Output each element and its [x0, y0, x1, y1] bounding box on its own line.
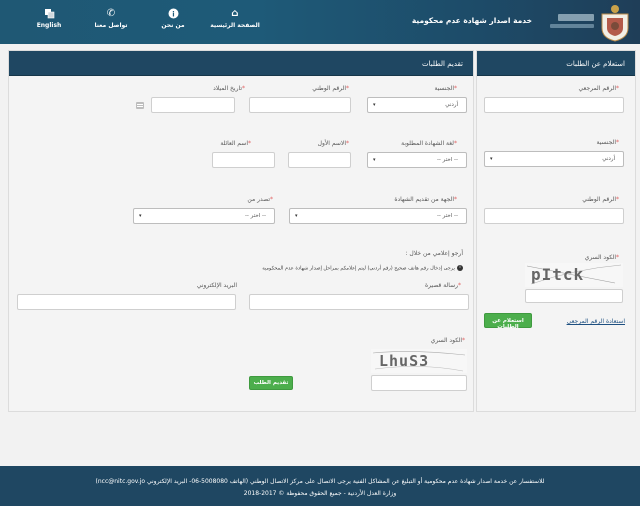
family-name-input[interactable] — [212, 152, 275, 168]
info-icon: i — [143, 8, 203, 19]
site-footer: للاستفسار عن خدمة اصدار شهادة عدم محكومي… — [0, 466, 640, 506]
application-panel: تقديم الطلبات *الجنسية أردني ▾ *الرقم ال… — [8, 50, 474, 412]
inquiry-captcha-label: *الكود السري — [584, 254, 619, 261]
footer-contact-text: للاستفسار عن خدمة اصدار شهادة عدم محكومي… — [95, 478, 545, 485]
phone-icon: ✆ — [106, 8, 116, 19]
inquiry-nationality-label: *الجنسية — [596, 139, 619, 146]
home-icon: ⌂ — [231, 8, 239, 19]
birth-date-label: *تاريخ الميلاد — [213, 85, 245, 92]
inquiry-national-id-input[interactable] — [484, 208, 624, 224]
inquiry-captcha-image: pItck — [525, 263, 623, 287]
notify-heading: أرجو إعلامي من خلال : — [405, 250, 464, 257]
info-icon: i — [457, 265, 463, 271]
first-name-input[interactable] — [288, 152, 351, 168]
family-name-label: *اسم العائلة — [220, 140, 251, 147]
cert-language-label: *لغة الشهادة المطلوبة — [401, 140, 457, 147]
footer-copyright: وزارة العدل الأردنية - جميع الحقوق محفوظ… — [243, 490, 397, 497]
purpose-select[interactable]: -- اختر -- ▾ — [133, 208, 275, 224]
application-panel-title: تقديم الطلبات — [9, 51, 473, 76]
site-title: خدمة اصدار شهادة عدم محكومية — [411, 16, 532, 25]
submit-application-button[interactable]: تقديم الطلب — [249, 376, 293, 390]
notify-note: iيرجى إدخال رقم هاتف صحيح (رقم أردني) لي… — [262, 265, 463, 272]
nav-about[interactable]: i من نحن — [143, 8, 203, 29]
nav-english[interactable]: English — [19, 8, 79, 29]
nav-home[interactable]: ⌂ الصفحة الرئيسية — [205, 8, 265, 29]
inquiry-nationality-select[interactable]: أردني ▾ — [484, 151, 624, 167]
submit-to-select[interactable]: -- اختر -- ▾ — [289, 208, 467, 224]
captcha-label: *الكود السري — [430, 337, 465, 344]
national-id-label: *الرقم الوطني — [312, 85, 349, 92]
email-input[interactable] — [17, 294, 236, 310]
ministry-logo-text — [548, 12, 594, 34]
nav-home-label: الصفحة الرئيسية — [210, 22, 260, 29]
chevron-down-icon: ▾ — [373, 157, 376, 163]
sms-label: *رسالة قصيرة — [424, 282, 461, 289]
reference-number-label: *الرقم المرجعي — [578, 85, 619, 92]
nav-contact[interactable]: ✆ تواصل معنا — [81, 8, 141, 29]
chevron-down-icon: ▾ — [373, 102, 376, 108]
language-icon — [19, 8, 79, 19]
birth-date-input[interactable] — [151, 97, 235, 113]
chevron-down-icon: ▾ — [295, 213, 298, 219]
svg-text:i: i — [172, 10, 174, 18]
purpose-label: *تصدر من — [247, 196, 273, 203]
cert-language-select[interactable]: -- اختر -- ▾ — [367, 152, 467, 168]
jordan-coat-of-arms-logo[interactable] — [598, 4, 632, 42]
captcha-input[interactable] — [371, 375, 467, 391]
sms-phone-input[interactable] — [249, 294, 469, 310]
inquire-button[interactable]: استعلام عن الطلبات — [484, 313, 532, 330]
chevron-down-icon: ▾ — [490, 156, 493, 162]
captcha-image: LhuS3 — [371, 349, 467, 373]
submit-to-label: *الجهة من تقديم الشهادة — [394, 196, 457, 203]
reference-number-input[interactable] — [484, 97, 624, 113]
nav-english-label: English — [36, 22, 62, 29]
nationality-select[interactable]: أردني ▾ — [367, 97, 467, 113]
inquiry-panel: استعلام عن الطلبات *الرقم المرجعي *الجنس… — [476, 50, 636, 412]
nav-contact-label: تواصل معنا — [94, 22, 128, 29]
email-label: البريد الإلكتروني — [196, 282, 237, 289]
national-id-input[interactable] — [249, 97, 351, 113]
calendar-icon[interactable] — [136, 102, 144, 109]
inquiry-panel-title: استعلام عن الطلبات — [477, 51, 635, 76]
nationality-label: *الجنسية — [434, 85, 457, 92]
site-header: خدمة اصدار شهادة عدم محكومية ⌂ الصفحة ال… — [0, 0, 640, 44]
inquiry-national-id-label: *الرقم الوطني — [582, 196, 619, 203]
first-name-label: *الاسم الأول — [317, 140, 349, 147]
nav-about-label: من نحن — [161, 22, 185, 29]
chevron-down-icon: ▾ — [139, 213, 142, 219]
inquiry-captcha-input[interactable] — [525, 289, 623, 303]
forgot-reference-link[interactable]: استعادة الرقم المرجعي — [567, 318, 625, 325]
